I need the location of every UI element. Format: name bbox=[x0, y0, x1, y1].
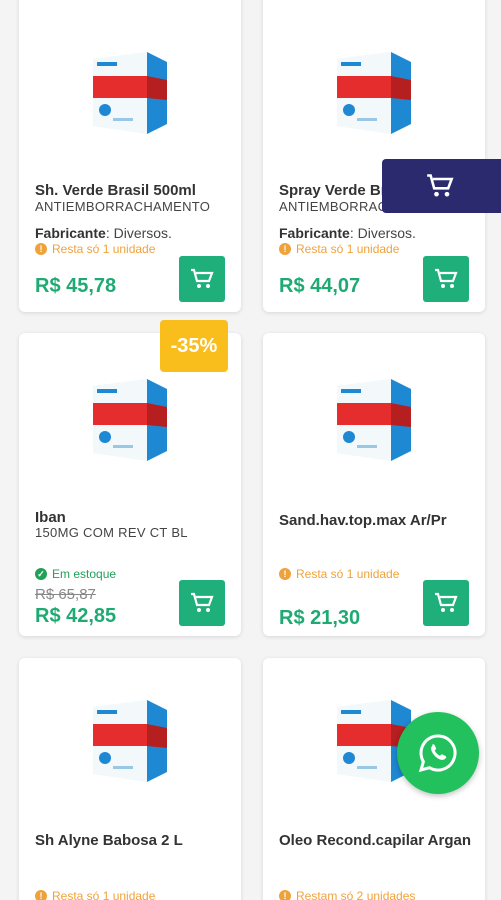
product-image bbox=[93, 379, 167, 461]
manufacturer: Fabricante: Diversos. bbox=[279, 225, 416, 241]
product-price: R$ 44,07 bbox=[279, 275, 361, 297]
cart-icon bbox=[435, 592, 458, 612]
warning-icon: ! bbox=[35, 890, 47, 900]
product-card[interactable]: Spray Verde Brasil 500ml ANTIEMBORRACHAM… bbox=[263, 0, 485, 312]
floating-cart-button[interactable] bbox=[382, 159, 501, 213]
cart-icon bbox=[435, 268, 458, 288]
product-card[interactable]: Sh. Verde Brasil 500ml ANTIEMBORRACHAMEN… bbox=[19, 0, 241, 312]
whatsapp-icon bbox=[418, 734, 457, 773]
add-to-cart-button[interactable] bbox=[179, 256, 225, 302]
warning-icon: ! bbox=[279, 568, 291, 580]
warning-icon: ! bbox=[279, 890, 291, 900]
manufacturer: Fabricante: Diversos. bbox=[35, 225, 172, 241]
discount-badge: -35% bbox=[160, 320, 228, 372]
add-to-cart-button[interactable] bbox=[179, 580, 225, 626]
stock-status: ! Resta só 1 unidade bbox=[279, 567, 399, 581]
check-icon: ✓ bbox=[35, 568, 47, 580]
old-price: R$ 65,87 bbox=[35, 586, 96, 603]
stock-status: ! Resta só 1 unidade bbox=[279, 242, 399, 256]
product-card[interactable]: Sh Alyne Babosa 2 L ! Resta só 1 unidade bbox=[19, 658, 241, 900]
product-image bbox=[337, 52, 411, 134]
product-card[interactable]: Sand.hav.top.max Ar/Pr ! Resta só 1 unid… bbox=[263, 333, 485, 636]
product-name[interactable]: Sh Alyne Babosa 2 L bbox=[35, 832, 230, 849]
product-price: R$ 42,85 bbox=[35, 605, 117, 627]
product-image bbox=[93, 52, 167, 134]
product-name[interactable]: Oleo Recond.capilar Argan bbox=[279, 832, 474, 849]
warning-icon: ! bbox=[35, 243, 47, 255]
whatsapp-button[interactable] bbox=[397, 712, 479, 794]
cart-icon bbox=[191, 592, 214, 612]
product-name[interactable]: Iban bbox=[35, 509, 230, 526]
product-price: R$ 21,30 bbox=[279, 607, 361, 629]
cart-icon bbox=[427, 174, 454, 197]
product-image bbox=[337, 379, 411, 461]
product-name[interactable]: Sh. Verde Brasil 500ml bbox=[35, 182, 230, 199]
product-subtitle: 150MG COM REV CT BL bbox=[35, 525, 188, 540]
stock-status: ! Resta só 1 unidade bbox=[35, 242, 155, 256]
stock-status: ✓ Em estoque bbox=[35, 567, 116, 581]
add-to-cart-button[interactable] bbox=[423, 580, 469, 626]
stock-status: ! Restam só 2 unidades bbox=[279, 889, 415, 900]
product-name[interactable]: Sand.hav.top.max Ar/Pr bbox=[279, 512, 474, 529]
product-subtitle: ANTIEMBORRACHAMENTO bbox=[35, 199, 211, 214]
warning-icon: ! bbox=[279, 243, 291, 255]
stock-status: ! Resta só 1 unidade bbox=[35, 889, 155, 900]
product-card[interactable]: Iban 150MG COM REV CT BL ✓ Em estoque R$… bbox=[19, 333, 241, 636]
cart-icon bbox=[191, 268, 214, 288]
product-image bbox=[93, 700, 167, 782]
product-price: R$ 45,78 bbox=[35, 275, 117, 297]
product-grid: Sh. Verde Brasil 500ml ANTIEMBORRACHAMEN… bbox=[0, 0, 501, 900]
add-to-cart-button[interactable] bbox=[423, 256, 469, 302]
